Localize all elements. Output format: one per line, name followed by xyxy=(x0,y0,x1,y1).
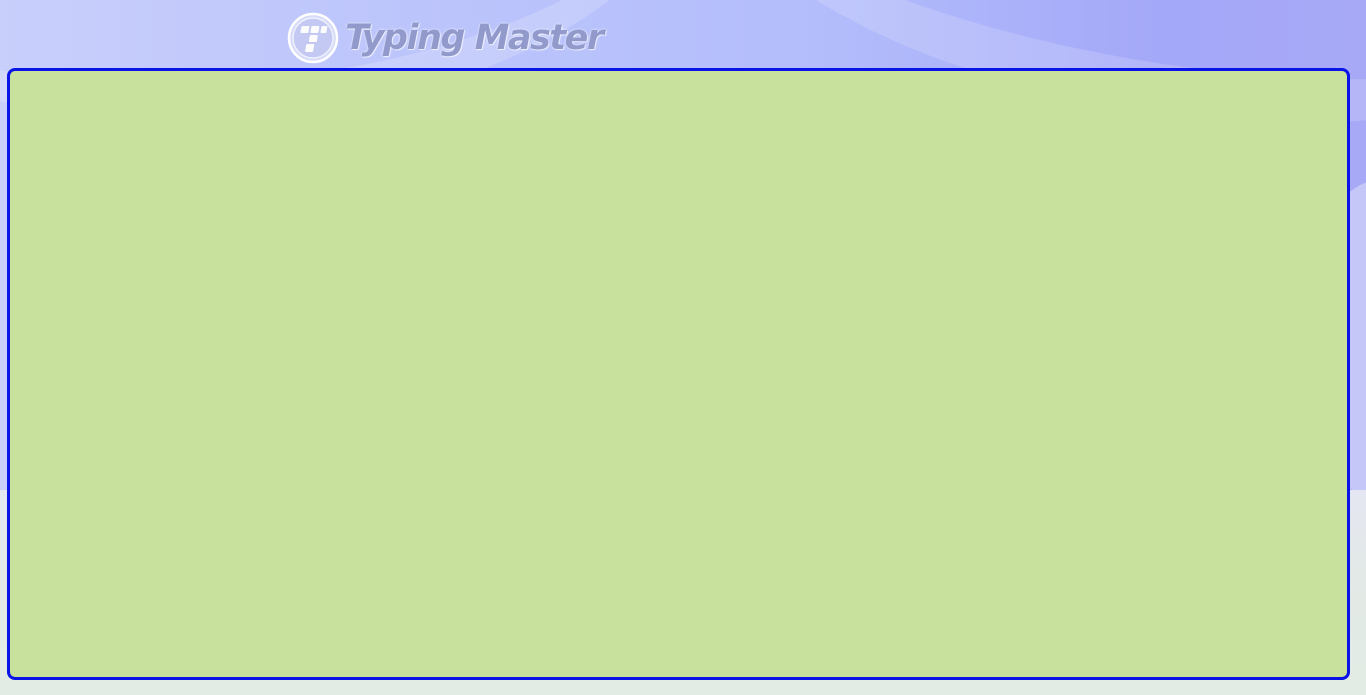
app-logo: Typing Master xyxy=(287,12,604,64)
typing-master-logo-icon xyxy=(287,12,339,64)
app-title: Typing Master xyxy=(345,17,604,58)
content-panel xyxy=(7,68,1350,680)
